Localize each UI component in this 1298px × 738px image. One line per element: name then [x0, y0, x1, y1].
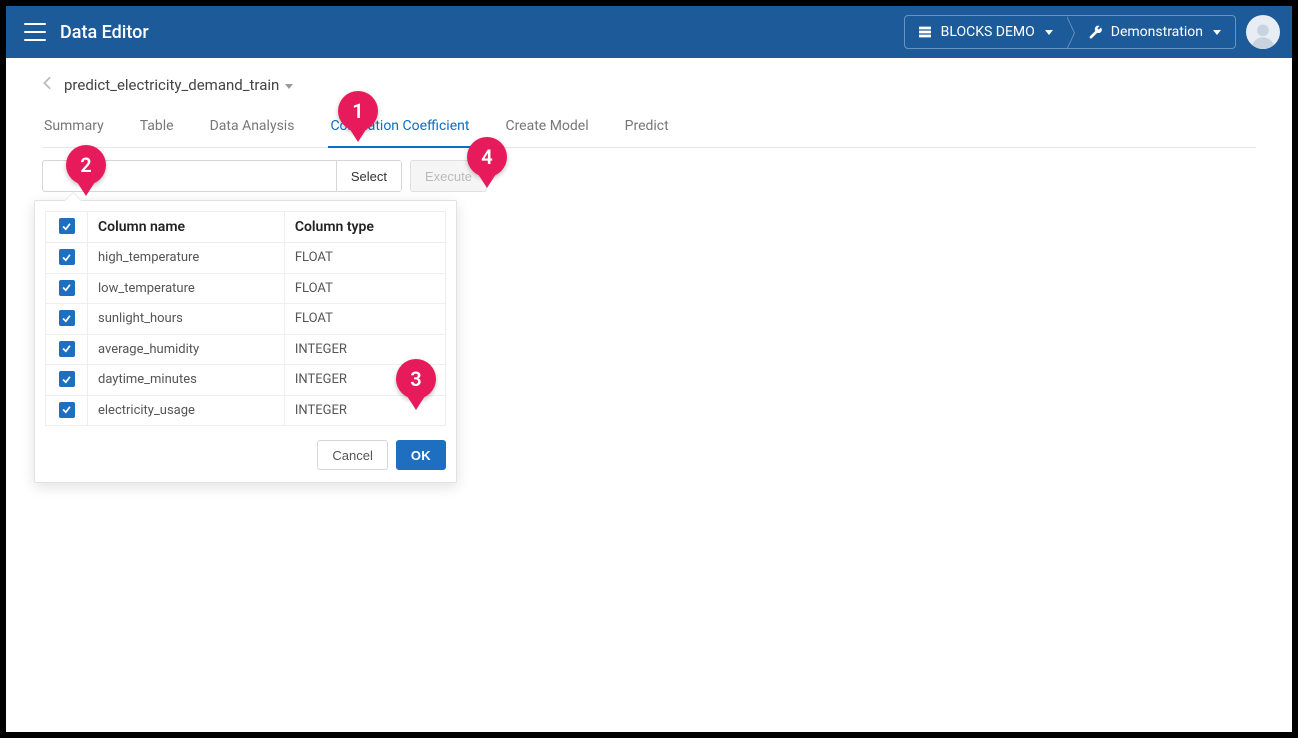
back-chevron-icon[interactable] [42, 76, 52, 94]
tab-summary[interactable]: Summary [42, 118, 106, 147]
table-row: daytime_minutesINTEGER [46, 365, 446, 396]
column-select-popup: Column name Column type high_temperature… [34, 200, 457, 483]
tab-table[interactable]: Table [138, 118, 176, 147]
table-row: sunlight_hoursFLOAT [46, 304, 446, 335]
row-checkbox[interactable] [59, 341, 75, 357]
topbar: Data Editor BLOCKS DEMO Demonstration [6, 6, 1292, 58]
tab-data-analysis[interactable]: Data Analysis [208, 118, 297, 147]
caret-down-icon [285, 84, 293, 89]
column-name-cell: daytime_minutes [88, 365, 285, 396]
row-checkbox[interactable] [59, 249, 75, 265]
column-type-cell: FLOAT [284, 304, 445, 335]
wrench-icon [1087, 24, 1103, 40]
column-select-input[interactable] [43, 161, 336, 191]
column-name-header: Column name [88, 212, 285, 243]
column-type-cell: FLOAT [284, 273, 445, 304]
row-checkbox[interactable] [59, 371, 75, 387]
table-header-row: Column name Column type [46, 212, 446, 243]
column-name-cell: high_temperature [88, 243, 285, 274]
column-name-cell: average_humidity [88, 334, 285, 365]
column-type-cell: INTEGER [284, 365, 445, 396]
column-type-cell: FLOAT [284, 243, 445, 274]
content-area: predict_electricity_demand_train Summary… [6, 58, 1292, 192]
menu-icon[interactable] [24, 23, 46, 41]
row-checkbox[interactable] [59, 402, 75, 418]
select-all-header [46, 212, 88, 243]
header-right-group: BLOCKS DEMO Demonstration [904, 15, 1280, 49]
project-dropdown-label: BLOCKS DEMO [941, 24, 1035, 40]
table-row: high_temperatureFLOAT [46, 243, 446, 274]
column-name-cell: electricity_usage [88, 395, 285, 426]
popup-actions: Cancel OK [45, 440, 446, 470]
row-checkbox[interactable] [59, 310, 75, 326]
cancel-button[interactable]: Cancel [317, 440, 387, 470]
project-dropdown[interactable]: BLOCKS DEMO [905, 16, 1067, 48]
select-all-checkbox[interactable] [59, 218, 75, 234]
header-breadcrumb: BLOCKS DEMO Demonstration [904, 15, 1236, 49]
context-dropdown[interactable]: Demonstration [1067, 16, 1235, 48]
table-row: electricity_usageINTEGER [46, 395, 446, 426]
breadcrumb-title[interactable]: predict_electricity_demand_train [64, 76, 293, 94]
select-button[interactable]: Select [336, 161, 401, 191]
app-frame: Data Editor BLOCKS DEMO Demonstration [6, 6, 1292, 732]
column-type-header: Column type [284, 212, 445, 243]
tab-create-model[interactable]: Create Model [503, 118, 590, 147]
tabs: Summary Table Data Analysis Correlation Coe… [42, 118, 1256, 148]
project-icon [917, 24, 933, 40]
toolbar: Select Execute [42, 160, 1256, 192]
column-select-field: Select [42, 160, 402, 192]
column-type-cell: INTEGER [284, 334, 445, 365]
column-type-cell: INTEGER [284, 395, 445, 426]
table-row: average_humidityINTEGER [46, 334, 446, 365]
tab-correlation-coefficient[interactable]: Correlation Coefficient [328, 118, 471, 148]
ok-button[interactable]: OK [396, 440, 446, 470]
execute-button: Execute [410, 160, 487, 192]
page-breadcrumb: predict_electricity_demand_train [42, 76, 1256, 94]
column-name-cell: sunlight_hours [88, 304, 285, 335]
app-title: Data Editor [60, 22, 149, 43]
column-name-cell: low_temperature [88, 273, 285, 304]
table-row: low_temperatureFLOAT [46, 273, 446, 304]
context-dropdown-label: Demonstration [1111, 24, 1203, 40]
row-checkbox[interactable] [59, 280, 75, 296]
tab-predict[interactable]: Predict [623, 118, 671, 147]
caret-down-icon [1045, 30, 1053, 35]
column-table: Column name Column type high_temperature… [45, 211, 446, 426]
caret-down-icon [1213, 30, 1221, 35]
avatar[interactable] [1246, 15, 1280, 49]
